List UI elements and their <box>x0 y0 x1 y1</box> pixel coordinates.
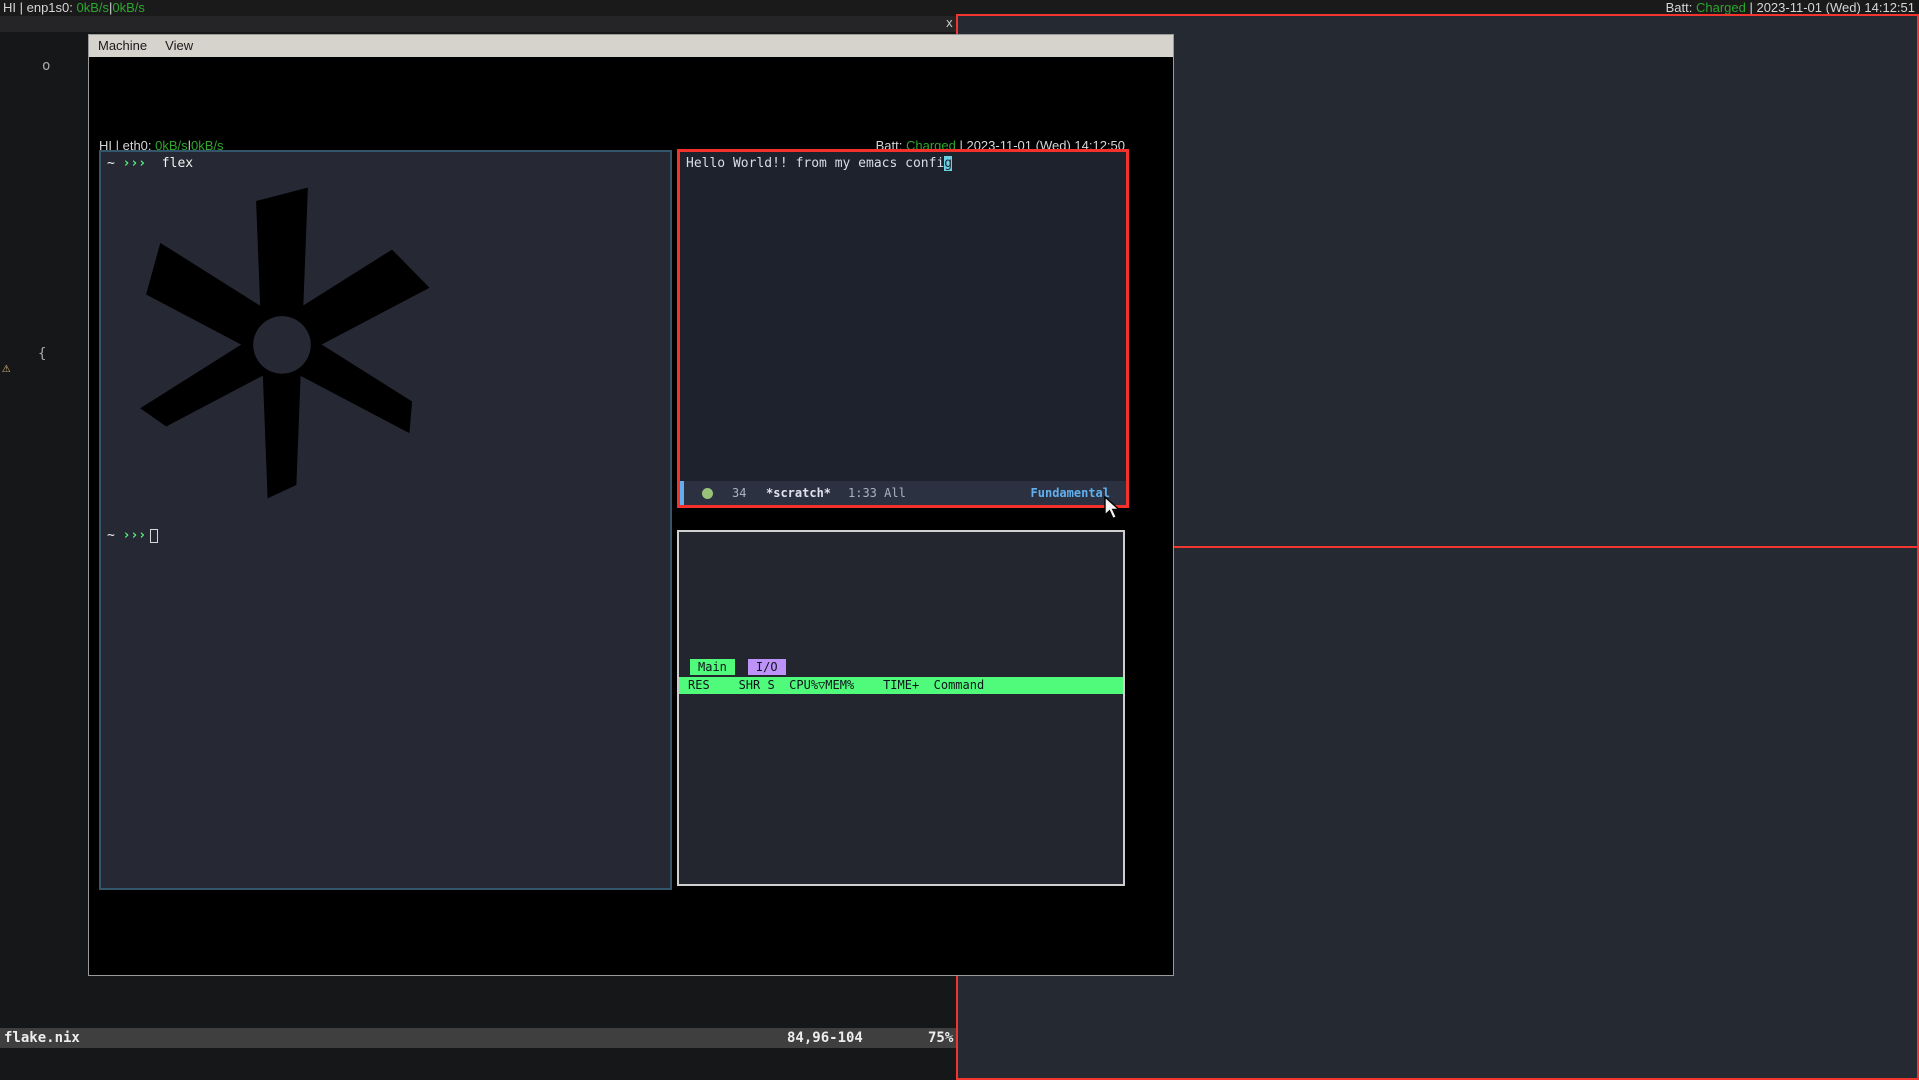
emacs-cursor: g <box>944 156 952 171</box>
neofetch-terminal[interactable]: ~ ››› flex <box>99 150 672 890</box>
cursor-position: 84,96-104 <box>787 1028 863 1048</box>
vm-screen[interactable]: HI | eth0: 0kB/s|0kB/s Batt: Charged | 2… <box>89 57 1173 975</box>
nixos-logo <box>108 178 456 508</box>
editor-tab-bar[interactable] <box>0 16 956 32</box>
file-name: flake.nix <box>4 1028 80 1048</box>
modeline-position: 1:33 All <box>848 481 906 505</box>
shell-prompt: ~ ››› flex <box>107 156 193 171</box>
desktop: HI | enp1s0: 0kB/s|0kB/s Batt: Charged |… <box>0 0 1919 1080</box>
scroll-percent: 75% <box>928 1028 953 1048</box>
warning-icon: ⚠ <box>2 360 10 376</box>
code-fragment: o <box>42 58 50 74</box>
code-fragment: { <box>38 346 46 362</box>
emacs-modeline: 34 *scratch* 1:33 All Fundamental <box>680 481 1126 505</box>
modeline-buffer-name: *scratch* <box>766 481 831 505</box>
htop-tabs[interactable]: Main I/O <box>690 659 799 675</box>
qemu-menu-bar[interactable]: MachineView <box>89 35 1173 57</box>
tab-main[interactable]: Main <box>690 659 735 675</box>
emacs-window[interactable]: Hello World!! from my emacs config 34 *s… <box>677 149 1129 508</box>
mouse-cursor <box>1104 496 1126 520</box>
qemu-window[interactable]: MachineView HI | eth0: 0kB/s|0kB/s Batt:… <box>88 34 1174 976</box>
menu-machine[interactable]: Machine <box>89 38 156 53</box>
terminal-cursor <box>150 529 158 543</box>
network-status: HI | enp1s0: 0kB/s|0kB/s <box>3 0 145 16</box>
editor-status-bar: flake.nix 84,96-104 75% <box>0 1028 956 1048</box>
modeline-status-dot <box>702 488 713 499</box>
modeline-major-mode: Fundamental <box>1031 481 1110 505</box>
htop-window[interactable]: Main I/O RES SHR S CPU%▽MEM% TIME+ Comman… <box>677 530 1125 886</box>
htop-table-header[interactable]: RES SHR S CPU%▽MEM% TIME+ Command <box>679 677 1123 694</box>
tab-io[interactable]: I/O <box>748 659 786 675</box>
modeline-accent <box>680 481 684 505</box>
htop-function-keys[interactable] <box>679 864 1123 882</box>
close-icon[interactable]: x <box>946 16 953 30</box>
emacs-buffer[interactable]: Hello World!! from my emacs config <box>686 156 952 171</box>
menu-view[interactable]: View <box>156 38 202 53</box>
shell-prompt-empty[interactable]: ~ ››› <box>107 528 158 543</box>
modeline-line-number: 34 <box>732 481 746 505</box>
